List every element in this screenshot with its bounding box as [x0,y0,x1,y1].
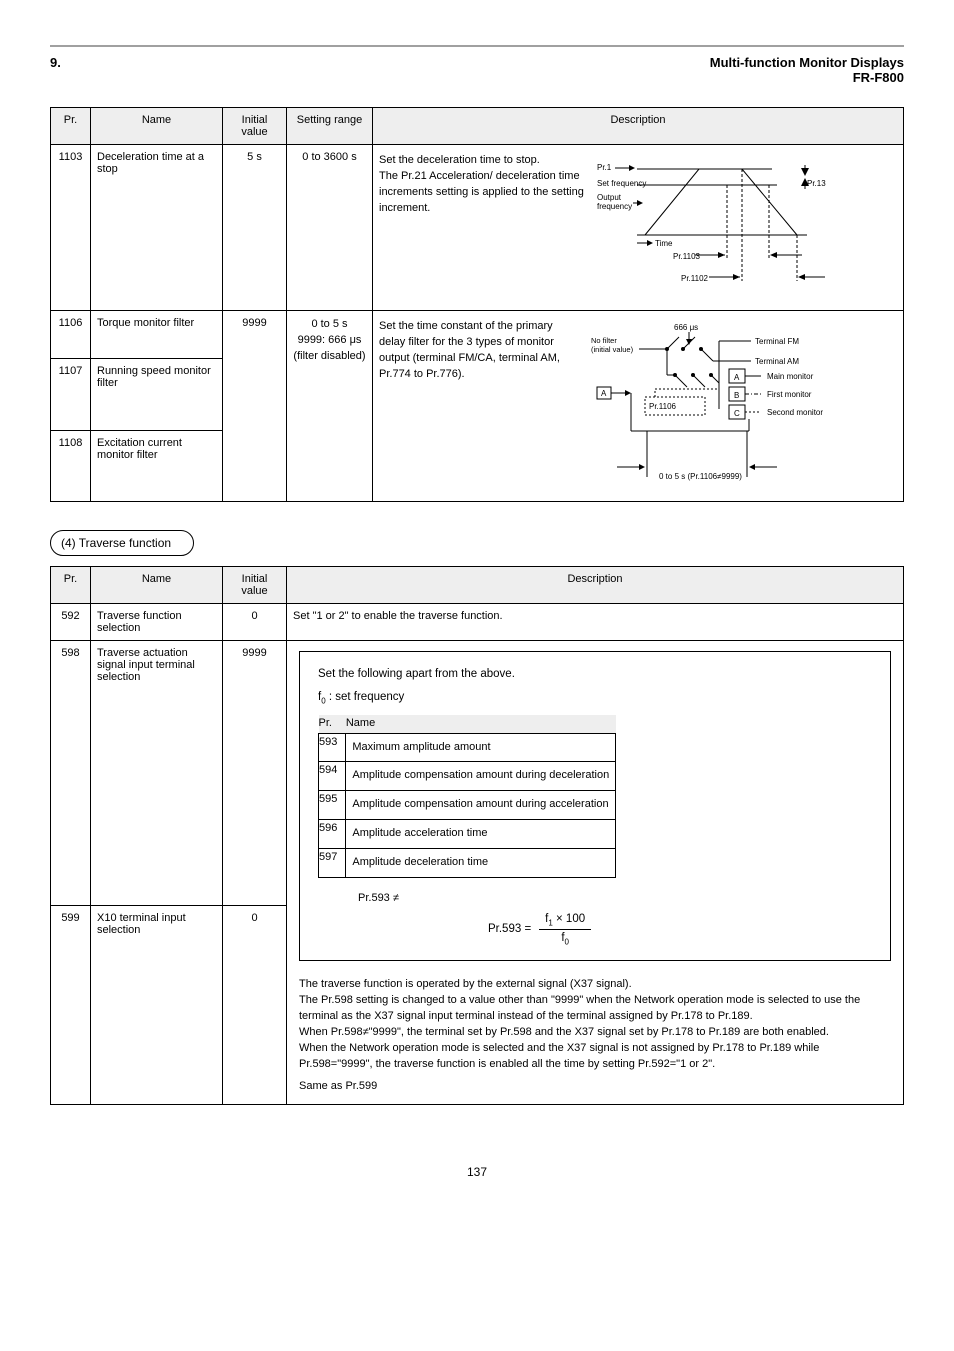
desc-text: The Pr.598 setting is changed to a value… [299,993,891,1025]
svg-text:Second monitor: Second monitor [767,408,823,417]
pr-initial: 9999 [223,641,287,906]
table-row: 592 Traverse function selection 0 Set "1… [51,604,904,641]
pr-range: 0 to 3600 s [287,145,373,311]
eq-prefix: Pr.593 = [488,921,535,938]
pr-range: 0 to 5 s 9999: 666 μs (filter disabled) [287,311,373,502]
desc-text: Set the time constant of the primary del… [379,319,579,383]
desc-text: The Pr.21 Acceleration/ deceleration tim… [379,169,587,217]
table-header-row: Pr. Name Initial value Setting range Des… [51,108,904,145]
svg-text:frequency: frequency [597,202,632,211]
col-range: Setting range [287,108,373,145]
lbl-output-freq: Output [597,193,622,202]
f0-label: : set frequency [329,691,404,703]
pr-value: 598 [51,641,91,906]
svg-text:Pr.13: Pr.13 [807,179,826,188]
pr-initial: 5 s [223,145,287,311]
col-name: Name [91,567,223,604]
svg-text:Pr.1102: Pr.1102 [681,274,709,283]
svg-text:Pr.1103: Pr.1103 [673,252,701,261]
pr-value: 1106 [51,311,91,359]
svg-text:Main monitor: Main monitor [767,372,814,381]
svg-text:0 to 5 s (Pr.1106≠9999): 0 to 5 s (Pr.1106≠9999) [659,472,742,481]
pr-desc-cell: Set the time constant of the primary del… [373,311,904,502]
traverse-table: Pr. Name Initial value Description 592 T… [50,566,904,1105]
table-row: 598 Traverse actuation signal input term… [51,641,904,906]
svg-text:Time: Time [655,239,673,248]
section-heading: (4) Traverse function [50,530,194,556]
equation-fraction: f1 × 100 f0 [539,911,591,948]
chapter-title: Multi-function Monitor Displays [710,55,904,70]
pr-name: Traverse actuation signal input terminal… [91,641,223,906]
pr-value: 1107 [51,359,91,430]
pr-initial: 0 [223,905,287,1105]
svg-text:Terminal AM: Terminal AM [755,357,799,366]
pr-desc: Set the following apart from the above. … [287,641,904,1105]
col-initial: Initial value [223,108,287,145]
pr-value: 1108 [51,430,91,501]
pr-value: 1103 [51,145,91,311]
col-desc: Description [287,567,904,604]
desc-text: Set the deceleration time to stop. [379,153,587,169]
formula-box: Set the following apart from the above. … [299,651,891,961]
pr-name: Running speed monitor filter [91,359,223,430]
decel-timing-diagram: Output frequency Pr.1 Set frequency Pr.1… [597,153,827,298]
inner-pr-table: Pr. Name 593Maximum amplitude amount 594… [318,715,616,879]
desc-text: Same as Pr.599 [299,1079,891,1095]
svg-text:C: C [734,409,740,418]
pr-name: Excitation current monitor filter [91,430,223,501]
svg-text:Pr.1: Pr.1 [597,163,612,172]
desc-text: When Pr.598≠"9999", the terminal set by … [299,1025,891,1041]
col-name: Name [91,108,223,145]
pr-initial: 0 [223,604,287,641]
svg-text:First monitor: First monitor [767,390,812,399]
chapter-number: 9. [50,55,61,70]
svg-text:Set frequency: Set frequency [597,179,646,188]
svg-text:Terminal FM: Terminal FM [755,337,799,346]
pr-name: Deceleration time at a stop [91,145,223,311]
page-number: 137 [50,1165,904,1179]
desc-text: The traverse function is operated by the… [299,977,891,993]
svg-text:B: B [734,391,739,400]
col-initial: Initial value [223,567,287,604]
pr-name: Torque monitor filter [91,311,223,359]
svg-text:No filter: No filter [591,336,617,345]
svg-text:A: A [601,389,607,398]
parameter-table-1: Pr. Name Initial value Setting range Des… [50,107,904,502]
col-pr: Pr. [51,567,91,604]
header-divider [50,45,904,47]
svg-text:666 μs: 666 μs [674,323,698,332]
filter-block-diagram: 666 μs No filter (initial value) [589,319,839,489]
desc-text: When the Network operation mode is selec… [299,1041,891,1073]
chapter-header: 9. Multi-function Monitor Displays FR-F8… [50,55,904,85]
pr-name: X10 terminal input selection [91,905,223,1105]
pr-desc: Set "1 or 2" to enable the traverse func… [287,604,904,641]
col-desc: Description [373,108,904,145]
pr-name: Traverse function selection [91,604,223,641]
table-row: 1103 Deceleration time at a stop 5 s 0 t… [51,145,904,311]
pr-desc-cell: Set the deceleration time to stop. The P… [373,145,904,311]
pr-value: 599 [51,905,91,1105]
table-header-row: Pr. Name Initial value Description [51,567,904,604]
svg-text:(initial value): (initial value) [591,345,634,354]
device-model: FR-F800 [710,70,904,85]
pr-value: 592 [51,604,91,641]
table-row: 1106 Torque monitor filter 9999 0 to 5 s… [51,311,904,359]
svg-text:A: A [734,373,740,382]
col-pr: Pr. [51,108,91,145]
svg-text:Pr.1106: Pr.1106 [649,402,677,411]
formula-intro: Set the following apart from the above. [318,666,872,683]
pr-initial: 9999 [223,311,287,502]
